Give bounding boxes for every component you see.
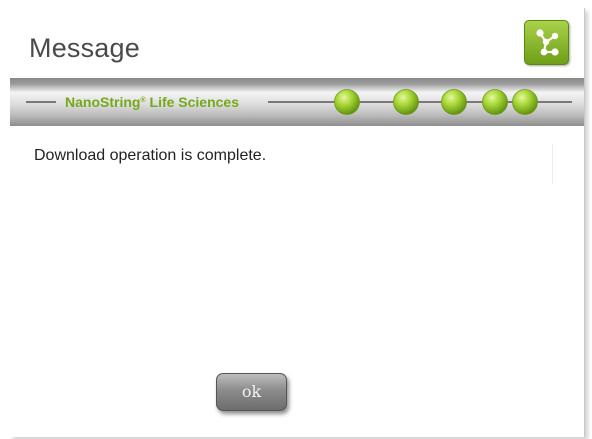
bead-decoration bbox=[393, 89, 419, 115]
bead-decoration bbox=[441, 89, 467, 115]
bead-decoration bbox=[482, 89, 508, 115]
brand-name-suffix: Life Sciences bbox=[145, 94, 240, 110]
message-text: Download operation is complete. bbox=[34, 147, 267, 164]
ok-button[interactable]: ok bbox=[216, 373, 287, 411]
dialog-title: Message bbox=[29, 33, 140, 63]
bead-decoration bbox=[334, 89, 360, 115]
message-dialog: Message NanoString® Life Sciences Downlo… bbox=[10, 8, 585, 437]
divider bbox=[552, 144, 553, 184]
brand-name: NanoString® Life Sciences bbox=[65, 94, 239, 110]
molecule-network-icon bbox=[524, 20, 569, 65]
bead-decoration bbox=[512, 89, 538, 115]
brand-name-main: NanoString bbox=[65, 94, 141, 110]
